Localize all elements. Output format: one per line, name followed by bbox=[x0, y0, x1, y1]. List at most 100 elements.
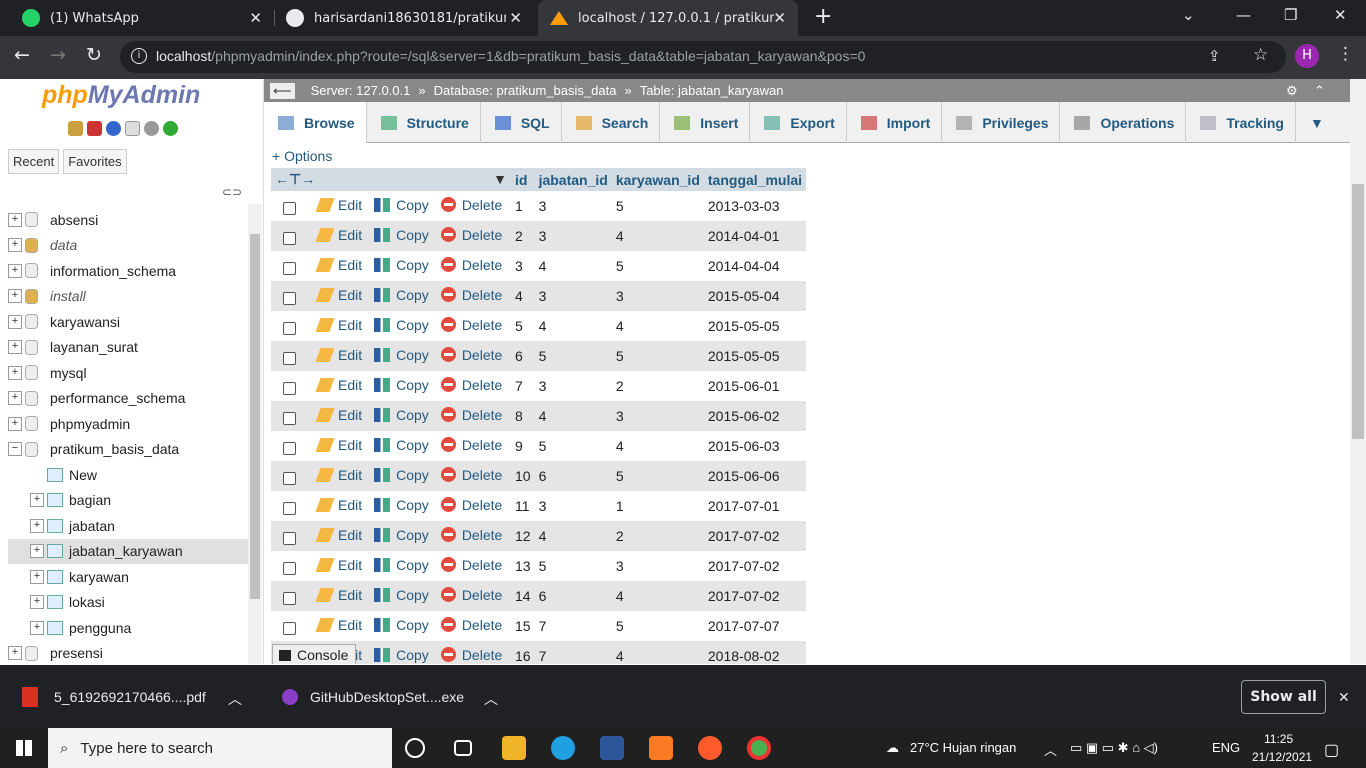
firefox-icon[interactable] bbox=[698, 736, 722, 760]
copy-button[interactable]: Copy bbox=[374, 557, 429, 573]
expand-icon[interactable]: + bbox=[8, 212, 22, 227]
expand-icon[interactable]: + bbox=[30, 544, 44, 559]
edit-button[interactable]: Edit bbox=[315, 317, 362, 333]
cell-tanggal-mulai[interactable]: 2015-06-01 bbox=[703, 371, 807, 401]
edit-button[interactable]: Edit bbox=[315, 347, 362, 363]
tree-item[interactable]: + performance_schema bbox=[8, 386, 248, 412]
cell-karyawan-id[interactable]: 2 bbox=[611, 521, 704, 551]
cell-jabatan-id[interactable]: 3 bbox=[534, 281, 612, 311]
reload-icon[interactable]: ↻ bbox=[86, 44, 102, 66]
cell-karyawan-id[interactable]: 5 bbox=[611, 611, 704, 641]
copy-button[interactable]: Copy bbox=[374, 377, 429, 393]
tree-item[interactable]: + install bbox=[8, 284, 248, 310]
cell-jabatan-id[interactable]: 4 bbox=[534, 521, 612, 551]
expand-icon[interactable]: + bbox=[8, 340, 22, 355]
reload-nav-icon[interactable] bbox=[163, 121, 178, 136]
row-checkbox[interactable] bbox=[283, 532, 296, 546]
copy-button[interactable]: Copy bbox=[374, 467, 429, 483]
edit-button[interactable]: Edit bbox=[315, 467, 362, 483]
task-view-icon[interactable] bbox=[454, 740, 472, 756]
row-checkbox[interactable] bbox=[283, 472, 296, 486]
cell-jabatan-id[interactable]: 6 bbox=[534, 461, 612, 491]
edit-button[interactable]: Edit bbox=[315, 497, 362, 513]
cell-id[interactable]: 5 bbox=[511, 311, 535, 341]
collapse-arrow-icon[interactable]: ⟵ bbox=[270, 82, 295, 99]
delete-button[interactable]: Delete bbox=[440, 197, 502, 213]
cell-tanggal-mulai[interactable]: 2017-07-01 bbox=[703, 491, 807, 521]
cell-tanggal-mulai[interactable]: 2015-05-05 bbox=[703, 341, 807, 371]
logout-icon[interactable] bbox=[87, 121, 102, 136]
row-checkbox[interactable] bbox=[283, 232, 296, 246]
back-arrow-icon[interactable]: ← bbox=[14, 44, 30, 66]
tree-item[interactable]: + layanan_surat bbox=[8, 335, 248, 361]
delete-button[interactable]: Delete bbox=[440, 257, 502, 273]
windows-start-icon[interactable] bbox=[16, 740, 32, 756]
tab-export[interactable]: Export bbox=[750, 102, 847, 143]
cell-tanggal-mulai[interactable]: 2014-04-01 bbox=[703, 221, 807, 251]
tab-sql[interactable]: SQL bbox=[481, 102, 562, 143]
tree-item[interactable]: + data bbox=[8, 233, 248, 259]
tab-privileges[interactable]: Privileges bbox=[942, 102, 1061, 143]
edit-button[interactable]: Edit bbox=[315, 287, 362, 303]
delete-button[interactable]: Delete bbox=[440, 527, 502, 543]
cell-id[interactable]: 12 bbox=[511, 521, 535, 551]
edit-button[interactable]: Edit bbox=[315, 407, 362, 423]
cell-id[interactable]: 15 bbox=[511, 611, 535, 641]
help-icon[interactable] bbox=[106, 121, 121, 136]
copy-button[interactable]: Copy bbox=[374, 317, 429, 333]
download-item-pdf[interactable]: 5_6192692170466....pdf bbox=[54, 689, 206, 705]
show-all-button[interactable]: Show all bbox=[1241, 680, 1326, 714]
cell-id[interactable]: 6 bbox=[511, 341, 535, 371]
cell-karyawan-id[interactable]: 1 bbox=[611, 491, 704, 521]
tree-item[interactable]: + jabatan_karyawan bbox=[8, 538, 248, 564]
cell-tanggal-mulai[interactable]: 2015-06-02 bbox=[703, 401, 807, 431]
cell-karyawan-id[interactable]: 4 bbox=[611, 311, 704, 341]
cell-jabatan-id[interactable]: 3 bbox=[534, 191, 612, 221]
cell-id[interactable]: 16 bbox=[511, 641, 535, 664]
copy-button[interactable]: Copy bbox=[374, 527, 429, 543]
tree-item[interactable]: New bbox=[8, 462, 248, 488]
download-item-exe[interactable]: GitHubDesktopSet....exe bbox=[310, 689, 464, 705]
tab-structure[interactable]: Structure bbox=[367, 102, 481, 143]
cell-id[interactable]: 1 bbox=[511, 191, 535, 221]
cell-karyawan-id[interactable]: 4 bbox=[611, 581, 704, 611]
edit-button[interactable]: Edit bbox=[315, 437, 362, 453]
minimize-icon[interactable]: — bbox=[1236, 6, 1251, 24]
copy-button[interactable]: Copy bbox=[374, 437, 429, 453]
tree-item[interactable]: + lokasi bbox=[8, 590, 248, 616]
tree-item[interactable]: + information_schema bbox=[8, 258, 248, 284]
cell-jabatan-id[interactable]: 7 bbox=[534, 611, 612, 641]
tray-chevron-icon[interactable]: ︿ bbox=[1044, 740, 1057, 759]
clock-time[interactable]: 11:25 bbox=[1264, 732, 1293, 746]
column-header-karyawan-id[interactable]: karyawan_id bbox=[611, 168, 704, 191]
copy-button[interactable]: Copy bbox=[374, 287, 429, 303]
expand-icon[interactable]: + bbox=[8, 314, 22, 329]
delete-button[interactable]: Delete bbox=[440, 347, 502, 363]
more-tabs-dropdown[interactable]: ▼ bbox=[1296, 102, 1335, 143]
copy-button[interactable]: Copy bbox=[374, 197, 429, 213]
expand-icon[interactable]: + bbox=[8, 238, 22, 253]
row-checkbox[interactable] bbox=[283, 592, 296, 606]
language-indicator[interactable]: ENG bbox=[1212, 740, 1240, 755]
row-checkbox[interactable] bbox=[283, 412, 296, 426]
delete-button[interactable]: Delete bbox=[440, 407, 502, 423]
tree-item[interactable]: + jabatan bbox=[8, 513, 248, 539]
cell-jabatan-id[interactable]: 6 bbox=[534, 581, 612, 611]
cortana-icon[interactable] bbox=[405, 738, 425, 758]
tab-import[interactable]: Import bbox=[847, 102, 943, 143]
cell-karyawan-id[interactable]: 3 bbox=[611, 281, 704, 311]
cell-karyawan-id[interactable]: 4 bbox=[611, 431, 704, 461]
clock-date[interactable]: 21/12/2021 bbox=[1252, 750, 1312, 764]
main-scrollbar-thumb[interactable] bbox=[1352, 184, 1364, 439]
breadcrumb-database[interactable]: Database: pratikum_basis_data bbox=[434, 83, 617, 98]
tree-item[interactable]: + absensi bbox=[8, 207, 248, 233]
tab-phpmyadmin[interactable]: localhost / 127.0.0.1 / pratikum_b ✕ bbox=[538, 0, 798, 36]
taskbar-search[interactable]: ⌕ Type here to search bbox=[48, 728, 392, 768]
menu-dots-icon[interactable]: ⋮ bbox=[1337, 44, 1354, 64]
cell-karyawan-id[interactable]: 5 bbox=[611, 341, 704, 371]
expand-icon[interactable]: + bbox=[8, 416, 22, 431]
delete-button[interactable]: Delete bbox=[440, 317, 502, 333]
row-checkbox[interactable] bbox=[283, 442, 296, 456]
cell-id[interactable]: 8 bbox=[511, 401, 535, 431]
copy-button[interactable]: Copy bbox=[374, 347, 429, 363]
